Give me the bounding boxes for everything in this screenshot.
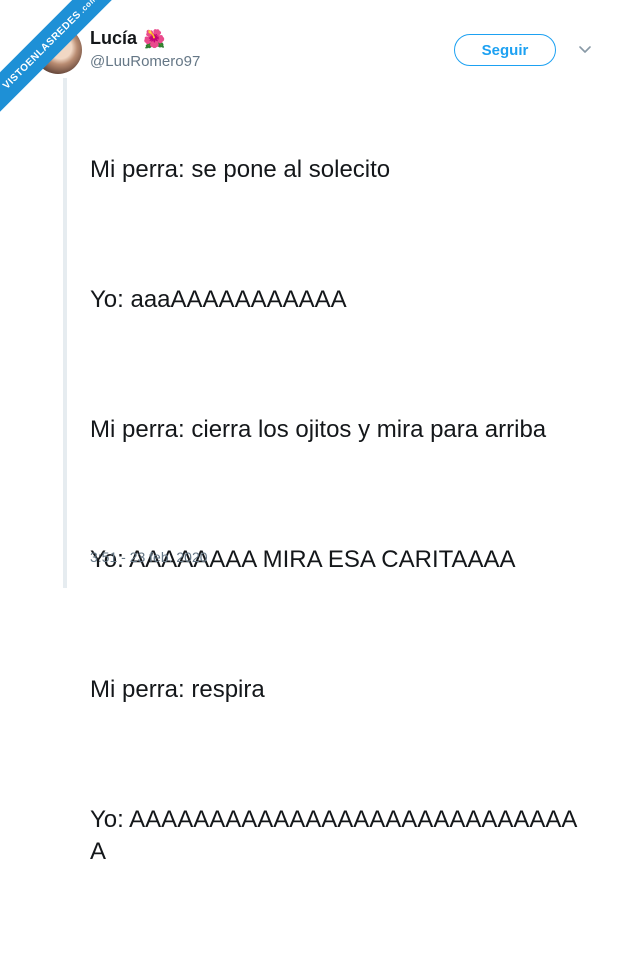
- tweet-timestamp[interactable]: 3:51 - 23 feb. 2020: [90, 549, 208, 565]
- tweet-text: Mi perra: se pone al solecito Yo: aaaAAA…: [90, 90, 610, 966]
- tweet-card: Lucía 🌺 @LuuRomero97 Seguir Mi perra: se…: [0, 0, 629, 865]
- tweet-paragraph: Yo: aaaAAAAAAAAAAA: [90, 286, 347, 313]
- chevron-down-icon[interactable]: [578, 42, 592, 56]
- tweet-paragraph: Mi perra: respira: [90, 676, 265, 703]
- hibiscus-icon: 🌺: [143, 28, 166, 49]
- thread-line: [63, 78, 67, 588]
- user-handle[interactable]: @LuuRomero97: [90, 53, 200, 70]
- follow-button[interactable]: Seguir: [454, 34, 556, 66]
- display-name[interactable]: Lucía: [90, 28, 137, 49]
- tweet-paragraph: Mi perra: se pone al solecito: [90, 156, 391, 183]
- user-name-row: Lucía 🌺: [90, 28, 165, 49]
- tweet-paragraph: Mi perra: cierra los ojitos y mira para …: [90, 416, 547, 443]
- tweet-paragraph: Yo: AAAAAAAAAAAAAAAAAAAAAAAAAAAAA: [90, 806, 578, 865]
- watermark-suffix: .com: [77, 0, 99, 15]
